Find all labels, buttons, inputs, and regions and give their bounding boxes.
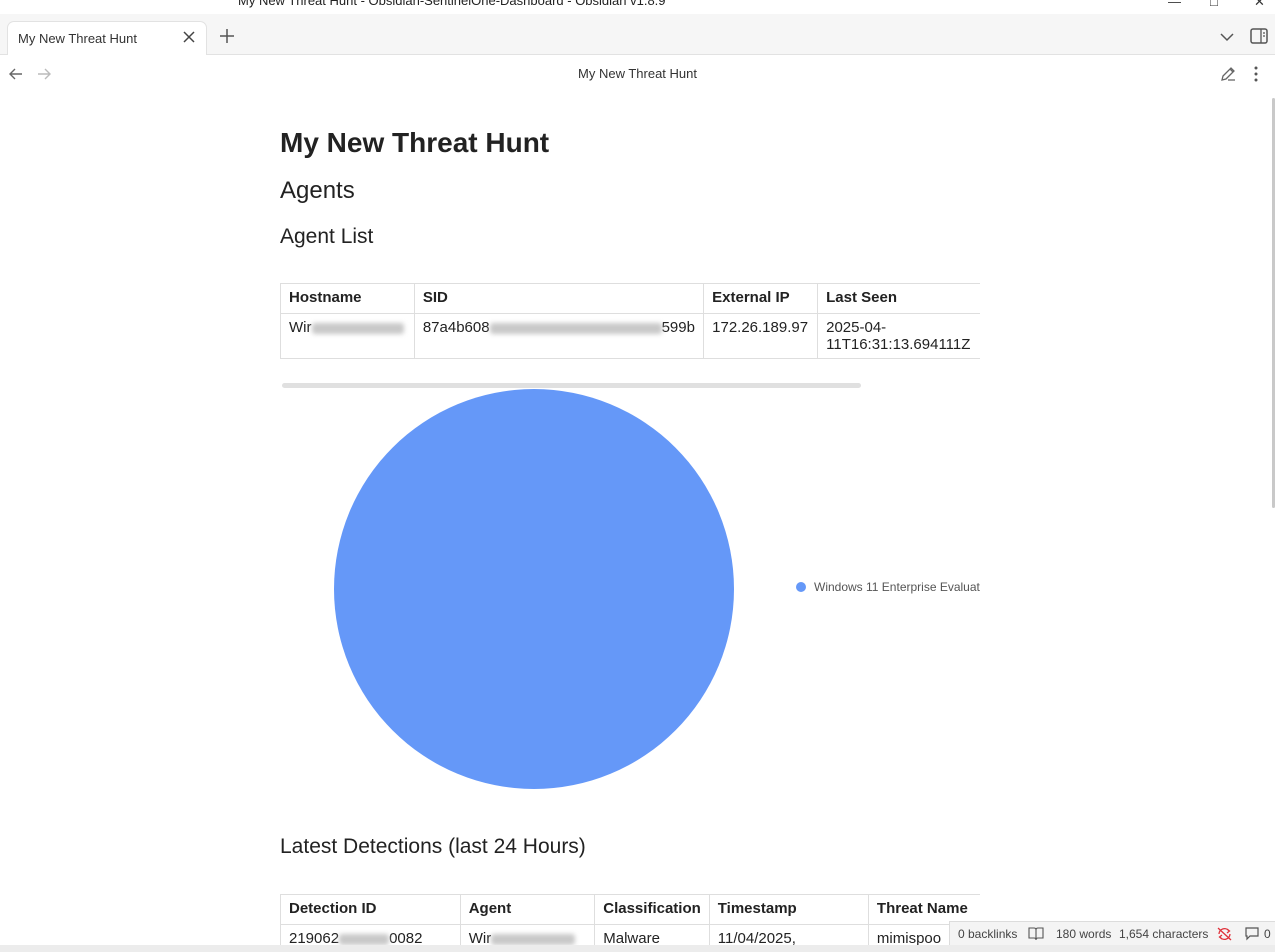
view-title[interactable]: My New Threat Hunt [0, 66, 1275, 81]
sync-error-icon[interactable] [1216, 926, 1233, 942]
external-ip-cell: 172.26.189.97 [703, 313, 819, 359]
column-header: Agent [459, 894, 596, 925]
tab-label: My New Threat Hunt [18, 31, 137, 46]
table-horizontal-scrollbar[interactable] [282, 383, 861, 388]
last-seen-line1: 2025-04- [826, 319, 887, 336]
view-header: My New Threat Hunt [0, 55, 1275, 93]
last-seen-line2: 11T16:31:13.694111Z [826, 336, 971, 353]
close-window-icon[interactable]: ✕ [1254, 0, 1265, 10]
sidebar-toggle-icon[interactable] [1249, 26, 1269, 46]
table-row: Wir 87a4b608 599b 172.26.189.97 2025-04- 1… [280, 313, 980, 359]
column-header: Detection ID [280, 894, 461, 925]
column-header: SID [413, 283, 705, 314]
window-title: My New Threat Hunt - Obsidian-SentinelOn… [238, 0, 666, 8]
backlinks-count[interactable]: 0 backlinks [958, 927, 1017, 941]
heading-agent-list: Agent List [280, 225, 374, 248]
legend-marker[interactable] [796, 582, 806, 592]
comments-count: 0 [1264, 927, 1271, 941]
sid-prefix: 87a4b608 [422, 319, 490, 336]
close-tab-icon[interactable] [180, 28, 198, 46]
word-count: 180 words [1056, 927, 1112, 941]
more-options-icon[interactable] [1248, 65, 1264, 83]
os-pie-chart: Windows 11 Enterprise Evaluati [334, 389, 980, 789]
window-titlebar: My New Threat Hunt - Obsidian-SentinelOn… [0, 0, 1275, 14]
table-header-row: Hostname SID External IP Last Seen [280, 283, 980, 314]
pencil-icon[interactable] [1219, 65, 1237, 83]
pie-slice[interactable] [334, 389, 734, 789]
column-header: External IP [703, 283, 819, 314]
agents-table: Hostname SID External IP Last Seen Wir 8… [280, 283, 980, 359]
note-title: My New Threat Hunt [280, 127, 550, 158]
comment-icon[interactable] [1244, 926, 1260, 941]
column-header: Threat Name [867, 894, 980, 925]
hostname-text: Wir [289, 319, 312, 336]
redacted-sid [489, 322, 662, 334]
sid-suffix: 599b [661, 319, 695, 336]
hostname-cell: Wir [280, 313, 415, 359]
maximize-icon[interactable]: □ [1210, 0, 1218, 9]
heading-agents: Agents [280, 177, 355, 204]
chevron-down-icon[interactable] [1218, 28, 1236, 46]
column-header: Timestamp [708, 894, 869, 925]
reading-mode-icon[interactable] [1028, 926, 1044, 941]
column-header: Hostname [280, 283, 415, 314]
column-header: Classification [594, 894, 710, 925]
status-bar: 0 backlinks 180 words 1,654 characters 0 [949, 921, 1275, 945]
column-header: Last Seen [817, 283, 980, 314]
window-bottom-edge [0, 945, 1275, 952]
tab-my-new-threat-hunt[interactable]: My New Threat Hunt [7, 21, 207, 55]
new-tab-icon[interactable] [217, 26, 237, 46]
tab-bar: My New Threat Hunt [0, 14, 1275, 55]
redacted-hostname [311, 322, 404, 334]
sid-cell: 87a4b608 599b [413, 313, 705, 359]
table-header-row: Detection ID Agent Classification Timest… [280, 894, 980, 925]
detections-table: Detection ID Agent Classification Timest… [280, 894, 980, 952]
minimize-icon[interactable]: — [1168, 0, 1181, 9]
last-seen-cell: 2025-04- 11T16:31:13.694111Z [817, 313, 980, 359]
redacted-detection-id [339, 933, 390, 945]
character-count: 1,654 characters [1119, 927, 1209, 941]
redacted-agent [491, 933, 576, 945]
legend-label[interactable]: Windows 11 Enterprise Evaluati [814, 580, 980, 594]
heading-latest-detections: Latest Detections (last 24 Hours) [280, 835, 586, 858]
